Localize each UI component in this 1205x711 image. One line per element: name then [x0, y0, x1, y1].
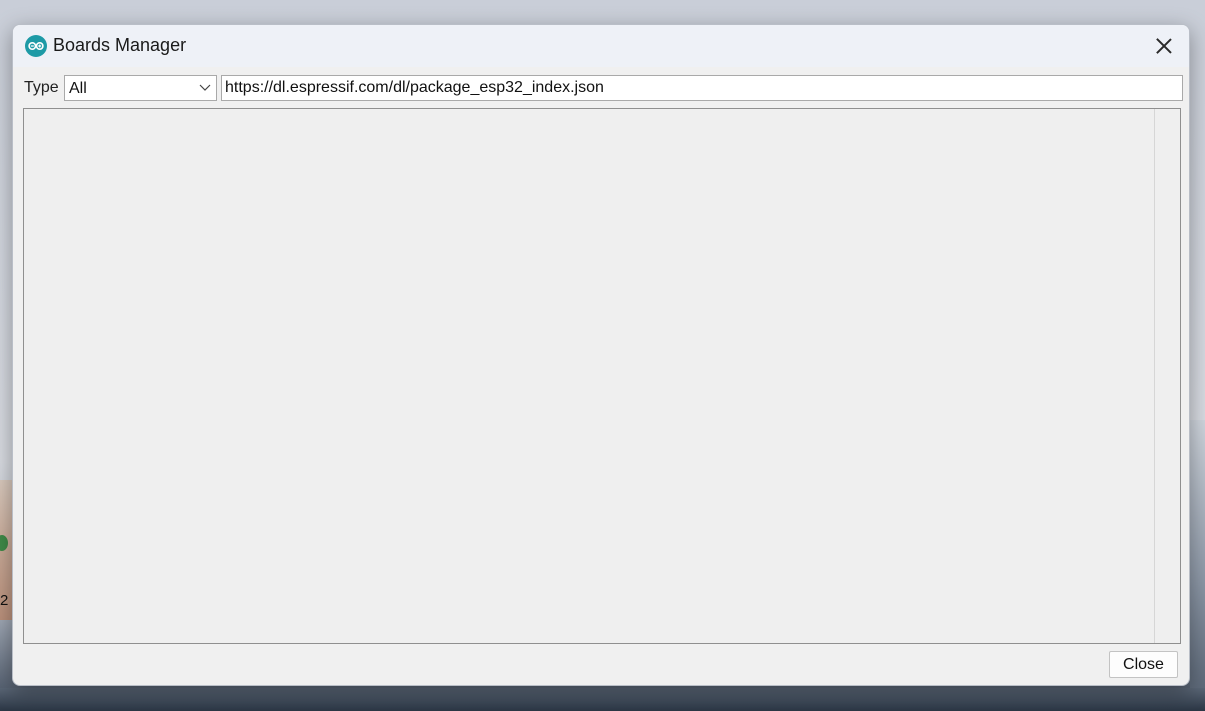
chevron-down-icon [199, 84, 211, 91]
desktop-wallpaper-fragment-right [1190, 420, 1205, 690]
close-button[interactable]: Close [1109, 651, 1178, 678]
boards-manager-dialog: Boards Manager Type All Close [12, 24, 1190, 686]
close-icon[interactable] [1151, 33, 1177, 59]
desktop-taskbar-edge [0, 688, 1205, 711]
list-scrollbar[interactable] [1154, 109, 1180, 643]
arduino-logo-icon [25, 35, 47, 57]
boards-list-panel[interactable] [23, 108, 1181, 644]
desktop-background-text: 2 [0, 592, 9, 609]
window-title: Boards Manager [53, 35, 187, 55]
type-dropdown-value: All [69, 80, 87, 97]
filter-search-input[interactable] [221, 75, 1183, 101]
title-bar[interactable]: Boards Manager [13, 25, 1189, 67]
type-label: Type [24, 79, 59, 96]
type-dropdown[interactable]: All [64, 75, 217, 101]
